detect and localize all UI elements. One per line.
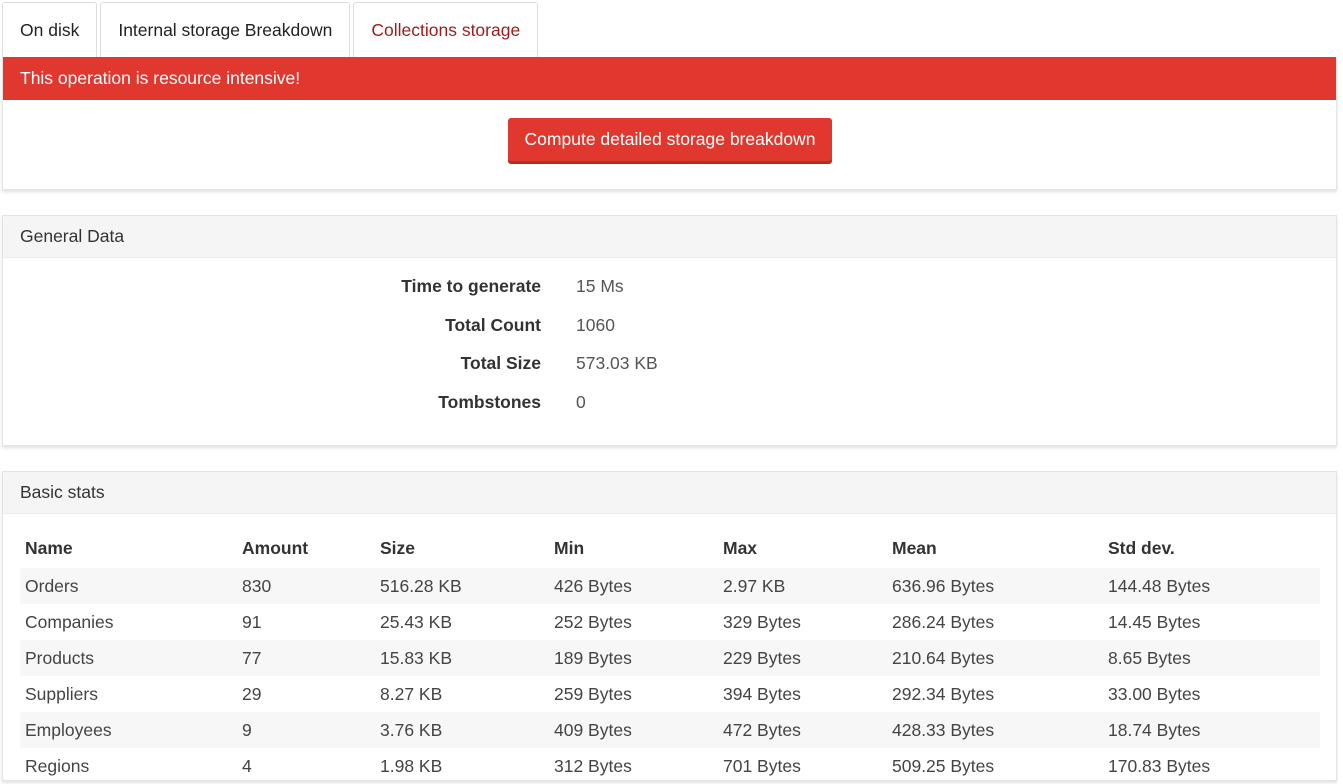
cell-mean: 286.24 Bytes: [892, 611, 995, 632]
cell-std-dev: 18.74 Bytes: [1103, 712, 1320, 748]
general-row: Tombstones 0: [3, 392, 1336, 431]
tab-on-disk[interactable]: On disk: [2, 2, 98, 58]
cell-size: 25.43 KB: [380, 611, 452, 632]
cell-amount: 29: [242, 683, 262, 704]
tab-collections-storage[interactable]: Collections storage: [353, 2, 539, 58]
cell-min: 426 Bytes: [549, 568, 718, 604]
cell-max: 472 Bytes: [718, 712, 887, 748]
cell-size: 3.76 KB: [375, 712, 549, 748]
cell-name: Suppliers: [25, 683, 98, 704]
cell-mean: 292.34 Bytes: [892, 683, 995, 704]
general-row: Total Count 1060: [3, 315, 1336, 354]
basic-stats-table: Name Amount Size Min Max Mean Std dev. O…: [20, 528, 1320, 784]
cell-size: 15.83 KB: [375, 640, 549, 676]
cell-min: 189 Bytes: [549, 640, 718, 676]
general-row: Time to generate 15 Ms: [3, 276, 1336, 315]
general-value: 573.03 KB: [576, 353, 658, 373]
general-value: 0: [576, 391, 586, 412]
general-label: Time to generate: [401, 276, 541, 296]
cell-size: 516.28 KB: [375, 568, 549, 604]
column-header-mean[interactable]: Mean: [887, 528, 1103, 568]
cell-mean: 210.64 Bytes: [887, 640, 1103, 676]
cell-std-dev: 33.00 Bytes: [1108, 683, 1201, 704]
general-label: Tombstones: [438, 391, 541, 412]
cell-size: 1.98 KB: [380, 755, 443, 776]
tab-bar: On disk Internal storage Breakdown Colle…: [2, 2, 541, 58]
cell-name: Regions: [25, 755, 90, 776]
warning-banner: This operation is resource intensive!: [3, 57, 1336, 100]
cell-max: 2.97 KB: [718, 568, 887, 604]
column-header-size[interactable]: Size: [375, 528, 549, 568]
cell-max: 329 Bytes: [723, 611, 801, 632]
table-row: Companies 91 25.43 KB 252 Bytes 329 Byte…: [20, 604, 1320, 640]
cell-amount: 77: [237, 640, 375, 676]
cell-std-dev: 144.48 Bytes: [1103, 568, 1320, 604]
cell-std-dev: 8.65 Bytes: [1103, 640, 1320, 676]
column-header-name[interactable]: Name: [20, 528, 237, 568]
column-header-std-dev[interactable]: Std dev.: [1103, 528, 1320, 568]
general-value: 15 Ms: [576, 276, 624, 296]
cell-name: Employees: [20, 712, 237, 748]
cell-name: Products: [20, 640, 237, 676]
cell-std-dev: 14.45 Bytes: [1108, 611, 1201, 632]
column-header-amount[interactable]: Amount: [237, 528, 375, 568]
cell-min: 312 Bytes: [554, 755, 632, 776]
general-data-title: General Data: [3, 216, 1336, 258]
table-row: Products 77 15.83 KB 189 Bytes 229 Bytes…: [20, 640, 1320, 676]
cell-min: 252 Bytes: [554, 611, 632, 632]
table-row: Regions 4 1.98 KB 312 Bytes 701 Bytes 50…: [20, 748, 1320, 784]
compute-breakdown-button[interactable]: Compute detailed storage breakdown: [508, 118, 832, 161]
general-data-panel: General Data Time to generate 15 Ms Tota…: [2, 215, 1337, 446]
cell-amount: 830: [237, 568, 375, 604]
general-data-list: Time to generate 15 Ms Total Count 1060 …: [3, 276, 1336, 430]
basic-stats-title: Basic stats: [3, 472, 1336, 514]
tab-internal-storage-breakdown[interactable]: Internal storage Breakdown: [100, 2, 351, 58]
cell-min: 259 Bytes: [554, 683, 632, 704]
general-label: Total Size: [460, 353, 541, 373]
warning-panel: This operation is resource intensive! Co…: [2, 57, 1337, 190]
general-label: Total Count: [445, 314, 541, 335]
cell-max: 394 Bytes: [723, 683, 801, 704]
general-row: Total Size 573.03 KB: [3, 353, 1336, 392]
cell-max: 701 Bytes: [723, 755, 801, 776]
column-header-max[interactable]: Max: [718, 528, 887, 568]
cell-amount: 91: [242, 611, 262, 632]
table-row: Employees 9 3.76 KB 409 Bytes 472 Bytes …: [20, 712, 1320, 748]
cell-max: 229 Bytes: [718, 640, 887, 676]
column-header-min[interactable]: Min: [549, 528, 718, 568]
cell-mean: 509.25 Bytes: [892, 755, 995, 776]
table-header-row: Name Amount Size Min Max Mean Std dev.: [20, 528, 1320, 568]
cell-std-dev: 170.83 Bytes: [1108, 755, 1211, 776]
table-row: Orders 830 516.28 KB 426 Bytes 2.97 KB 6…: [20, 568, 1320, 604]
table-row: Suppliers 29 8.27 KB 259 Bytes 394 Bytes…: [20, 676, 1320, 712]
cell-mean: 428.33 Bytes: [887, 712, 1103, 748]
general-value: 1060: [576, 314, 615, 335]
warning-message: This operation is resource intensive!: [20, 68, 301, 88]
cell-name: Companies: [25, 611, 114, 632]
cell-min: 409 Bytes: [549, 712, 718, 748]
cell-mean: 636.96 Bytes: [887, 568, 1103, 604]
cell-amount: 9: [237, 712, 375, 748]
cell-size: 8.27 KB: [380, 683, 443, 704]
basic-stats-panel: Basic stats Name Amount Size Min Max Mea…: [2, 471, 1337, 781]
cell-name: Orders: [20, 568, 237, 604]
cell-amount: 4: [242, 755, 252, 776]
